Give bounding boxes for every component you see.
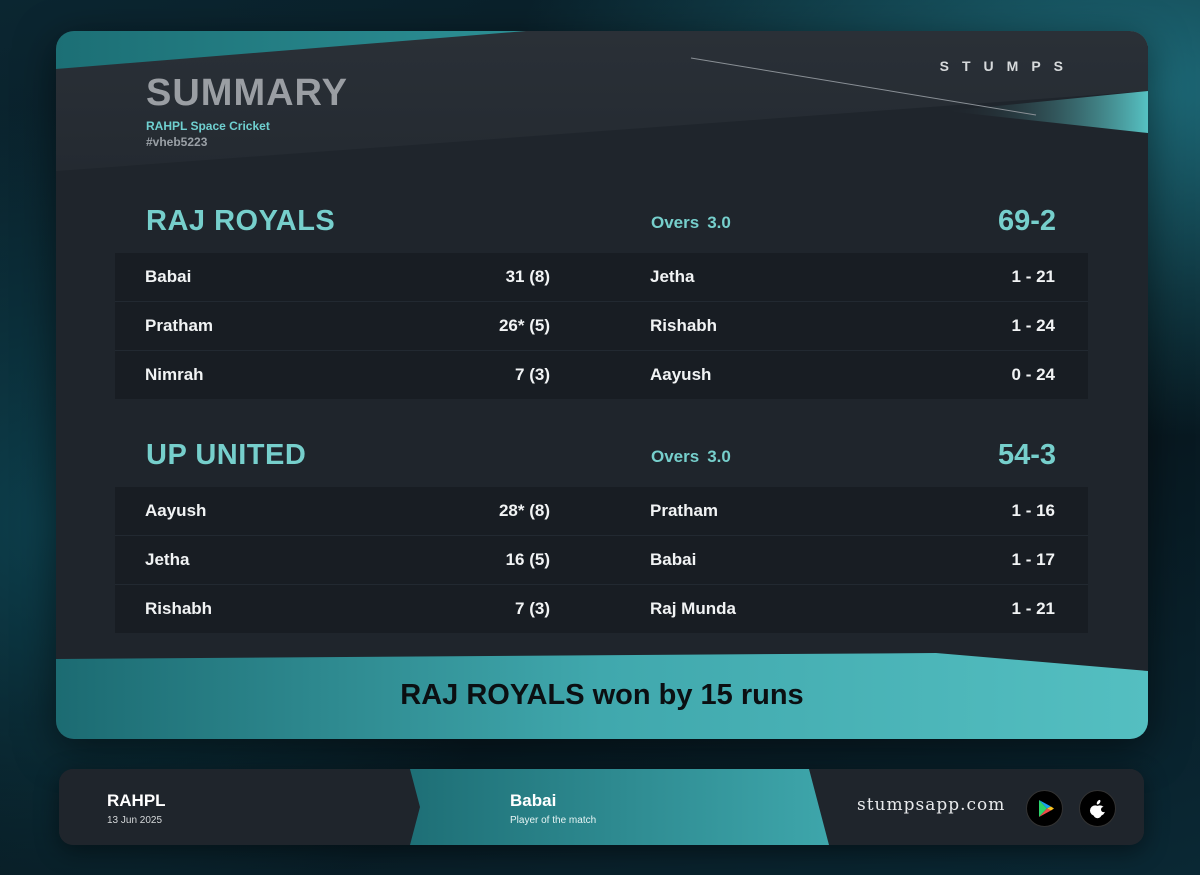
table-row: Nimrah 7 (3) Aayush 0 - 24: [115, 351, 1088, 399]
batter-name: Pratham: [145, 316, 214, 335]
bowler-name: Raj Munda: [650, 599, 736, 618]
bowler-name: Jetha: [650, 267, 695, 286]
scorecard-table-1: Babai 31 (8) Jetha 1 - 21 Pratham 26* (5…: [115, 253, 1088, 399]
bowler-figures: 0 - 24: [1011, 365, 1055, 384]
bowler-figures: 1 - 21: [1011, 267, 1055, 286]
overs-label: Overs: [651, 213, 700, 232]
table-row: Jetha 16 (5) Babai 1 - 17: [115, 536, 1088, 585]
batter-score: 7 (3): [515, 365, 550, 384]
batter-score: 7 (3): [515, 599, 550, 618]
bowler-figures: 1 - 24: [1011, 316, 1055, 335]
innings-header-1: RAJ ROYALS Overs 3.0 69-2: [146, 205, 1056, 245]
batter-score: 16 (5): [505, 550, 550, 569]
event-subtitle: RAHPL Space Cricket: [146, 119, 270, 133]
overs-value: 3.0: [707, 213, 731, 232]
batter-score: 28* (8): [498, 501, 550, 520]
google-play-icon[interactable]: [1026, 790, 1063, 827]
bowler-name: Rishabh: [650, 316, 718, 335]
overs-label: Overs: [651, 447, 700, 466]
match-result: RAJ ROYALS won by 15 runs: [400, 679, 804, 711]
brand-logo: STUMPS: [939, 58, 1076, 74]
league-name: RAHPL: [107, 791, 166, 810]
summary-header: SUMMARY RAHPL Space Cricket #vheb5223: [146, 73, 348, 149]
page-title: SUMMARY: [146, 72, 348, 114]
innings-header-2: UP UNITED Overs 3.0 54-3: [146, 439, 1056, 479]
bowler-name: Pratham: [650, 501, 719, 520]
table-row: Rishabh 7 (3) Raj Munda 1 - 21: [115, 585, 1088, 633]
player-of-match-label: Player of the match: [510, 815, 597, 826]
overs-info: Overs 3.0: [651, 447, 731, 467]
team-total: 54-3: [997, 439, 1056, 471]
batter-name: Jetha: [145, 550, 190, 569]
bowler-name: Babai: [650, 550, 697, 569]
bowler-figures: 1 - 16: [1011, 501, 1055, 520]
batter-score: 31 (8): [505, 267, 550, 286]
scorecard-table-2: Aayush 28* (8) Pratham 1 - 16 Jetha 16 (…: [115, 487, 1088, 633]
summary-card: SUMMARY RAHPL Space Cricket #vheb5223 ST…: [56, 31, 1148, 739]
bowler-figures: 1 - 21: [1011, 599, 1055, 618]
match-hashtag: #vheb5223: [146, 135, 208, 149]
table-row: Babai 31 (8) Jetha 1 - 21: [115, 253, 1088, 302]
website-link[interactable]: stumpsapp.com: [857, 795, 1005, 815]
table-row: Aayush 28* (8) Pratham 1 - 16: [115, 487, 1088, 536]
match-date: 13 Jun 2025: [107, 815, 163, 826]
footer-bar: RAHPL 13 Jun 2025 Babai Player of the ma…: [59, 769, 1144, 845]
table-row: Pratham 26* (5) Rishabh 1 - 24: [115, 302, 1088, 351]
apple-icon[interactable]: [1079, 790, 1116, 827]
overs-value: 3.0: [707, 447, 731, 466]
bowler-name: Aayush: [650, 365, 712, 384]
player-of-match-name: Babai: [510, 791, 557, 810]
team-name: UP UNITED: [146, 439, 307, 471]
overs-info: Overs 3.0: [651, 213, 731, 233]
batter-name: Babai: [145, 267, 192, 286]
batter-name: Nimrah: [145, 365, 204, 384]
batter-score: 26* (5): [498, 316, 550, 335]
batter-name: Aayush: [145, 501, 207, 520]
bowler-figures: 1 - 17: [1011, 550, 1055, 569]
batter-name: Rishabh: [145, 599, 213, 618]
team-name: RAJ ROYALS: [146, 205, 336, 237]
team-total: 69-2: [997, 205, 1056, 237]
